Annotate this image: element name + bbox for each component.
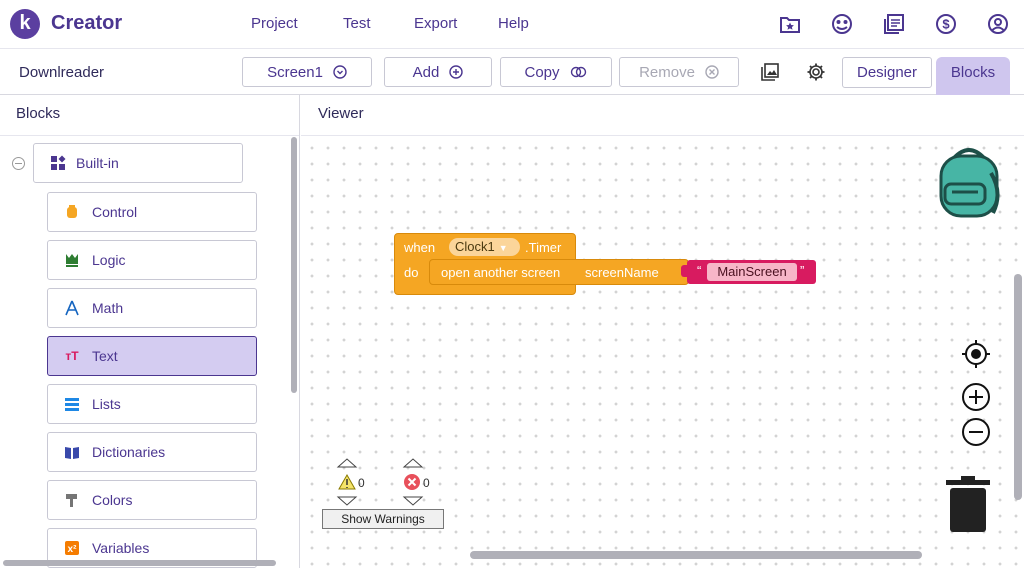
close-quote: ” — [800, 263, 805, 278]
builtin-icon — [51, 155, 66, 170]
do-keyword: do — [404, 265, 419, 280]
category-label: Control — [92, 204, 138, 220]
zoom-out-icon[interactable] — [961, 417, 991, 447]
logo-icon[interactable]: k — [10, 9, 40, 39]
category-label: Text — [92, 348, 118, 364]
logic-icon — [64, 252, 80, 268]
warning-navigation[interactable] — [336, 457, 358, 507]
text-value-field[interactable]: MainScreen — [707, 263, 797, 281]
category-label: Colors — [92, 492, 133, 508]
category-label: Logic — [92, 252, 126, 268]
builtin-group[interactable]: Built-in — [33, 143, 243, 183]
add-screen-button[interactable]: Add — [384, 57, 492, 87]
event-name: .Timer — [525, 240, 562, 255]
chevron-down-icon: ▼ — [498, 243, 508, 253]
menu-project[interactable]: Project — [251, 15, 298, 32]
control-icon — [64, 204, 80, 220]
method-name: open another screen — [441, 265, 561, 280]
app-name[interactable]: Creator — [51, 12, 122, 35]
category-logic[interactable]: Logic — [47, 240, 257, 280]
viewer-title: Viewer — [318, 105, 364, 122]
show-warnings-button[interactable]: Show Warnings — [322, 509, 444, 529]
menu-test[interactable]: Test — [343, 15, 371, 32]
screen-select-button[interactable]: Screen1 — [242, 57, 372, 87]
lists-icon — [64, 396, 80, 412]
workspace-horizontal-scrollbar[interactable] — [470, 551, 922, 559]
category-math[interactable]: Math — [47, 288, 257, 328]
category-lists[interactable]: Lists — [47, 384, 257, 424]
text-string-block[interactable]: “ MainScreen ” — [687, 260, 816, 284]
project-name: Downlreader — [19, 64, 105, 81]
category-colors[interactable]: Colors — [47, 480, 257, 520]
menu-help[interactable]: Help — [498, 15, 529, 32]
divider — [0, 135, 299, 136]
component-name: Clock1 — [455, 239, 495, 254]
image-gallery-icon[interactable] — [760, 62, 780, 82]
palette-horizontal-scrollbar[interactable] — [3, 560, 276, 566]
copy-label: Copy — [524, 63, 560, 81]
category-dictionaries[interactable]: Dictionaries — [47, 432, 257, 472]
backpack-icon[interactable] — [936, 148, 1002, 218]
colors-icon — [64, 492, 80, 508]
workspace-vertical-scrollbar[interactable] — [1014, 274, 1022, 500]
category-label: Variables — [92, 540, 150, 556]
dollar-icon[interactable]: $ — [935, 13, 957, 35]
designer-tab[interactable]: Designer — [842, 57, 932, 88]
error-navigation[interactable] — [402, 457, 424, 507]
svg-text:$: $ — [942, 17, 950, 32]
component-dropdown[interactable]: Clock1 ▼ — [449, 238, 520, 256]
zoom-in-icon[interactable] — [961, 382, 991, 412]
gear-icon[interactable] — [806, 62, 826, 82]
category-text[interactable]: тT Text — [47, 336, 257, 376]
menu-export[interactable]: Export — [414, 15, 457, 32]
library-icon[interactable] — [883, 13, 905, 35]
category-label: Lists — [92, 396, 121, 412]
remove-icon — [705, 65, 719, 79]
builtin-label: Built-in — [76, 155, 119, 171]
palette-title: Blocks — [16, 105, 61, 122]
top-navigation-bar: k Creator Project Test Export Help $ — [0, 0, 1024, 48]
svg-text:x²: x² — [68, 544, 78, 555]
collapse-icon[interactable] — [12, 157, 25, 170]
project-toolbar: Downlreader Screen1 Add Copy Remove Desi… — [0, 48, 1024, 96]
error-count: 0 — [423, 476, 430, 490]
blocks-tab[interactable]: Blocks — [936, 57, 1010, 96]
math-icon — [64, 300, 80, 316]
chevron-down-icon — [333, 65, 347, 79]
blocks-palette: Blocks Built-in Control Logic Math тT Te… — [0, 95, 300, 568]
account-icon[interactable] — [987, 13, 1009, 35]
dictionaries-icon — [64, 444, 80, 460]
category-label: Math — [92, 300, 124, 316]
trash-icon[interactable] — [946, 476, 990, 532]
param-name: screenName — [585, 265, 659, 280]
gallery-icon[interactable] — [831, 13, 853, 35]
text-icon: тT — [65, 349, 79, 363]
folder-star-icon[interactable] — [779, 13, 801, 35]
remove-screen-button[interactable]: Remove — [619, 57, 739, 87]
add-label: Add — [412, 63, 440, 81]
copy-icon — [570, 66, 586, 78]
open-quote: “ — [697, 263, 702, 278]
blocks-workspace[interactable]: when Clock1 ▼ .Timer do open another scre… — [301, 136, 1024, 568]
recenter-icon[interactable] — [961, 339, 991, 369]
category-label: Dictionaries — [92, 444, 166, 460]
viewer-header: Viewer — [301, 95, 1024, 136]
warning-count: 0 — [358, 476, 365, 490]
screen-label: Screen1 — [267, 63, 323, 81]
palette-vertical-scrollbar[interactable] — [291, 137, 297, 393]
remove-label: Remove — [639, 63, 695, 81]
add-icon — [449, 65, 464, 79]
open-another-screen-block[interactable]: open another screen screenName — [429, 259, 689, 285]
copy-screen-button[interactable]: Copy — [500, 57, 612, 87]
variables-icon: x² — [64, 540, 80, 556]
when-keyword: when — [404, 240, 436, 255]
category-control[interactable]: Control — [47, 192, 257, 232]
